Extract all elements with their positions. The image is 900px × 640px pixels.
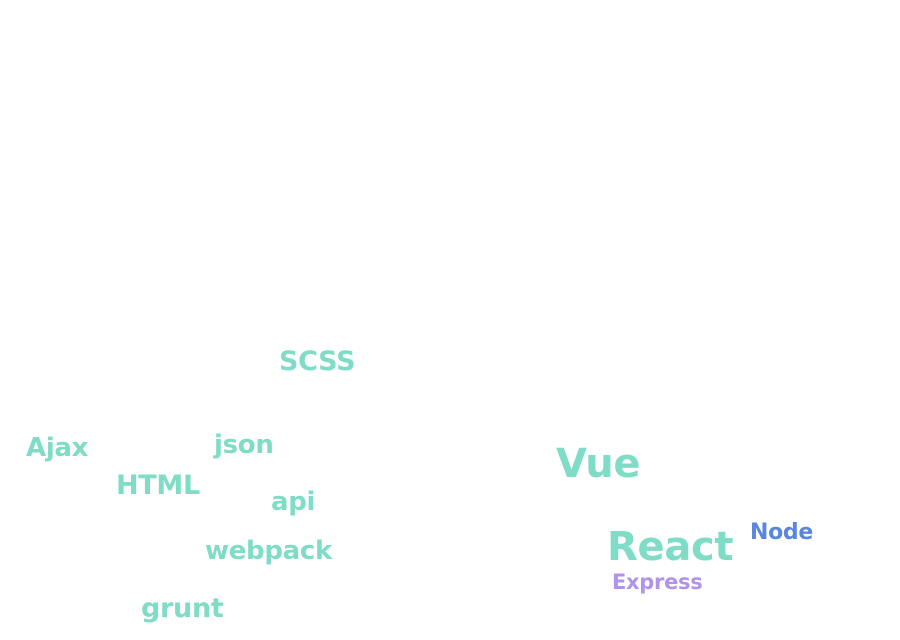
tag-webpack[interactable]: webpack <box>205 538 332 564</box>
tag-react[interactable]: React <box>607 527 734 567</box>
tag-json[interactable]: json <box>214 432 274 458</box>
tag-vue[interactable]: Vue <box>556 444 641 484</box>
tag-api[interactable]: api <box>271 489 315 515</box>
tag-ajax[interactable]: Ajax <box>26 435 88 461</box>
tag-node[interactable]: Node <box>750 522 813 544</box>
tag-scss[interactable]: SCSS <box>279 348 356 375</box>
word-cloud: SCSS Ajax json Vue HTML api Node React w… <box>0 0 900 640</box>
tag-grunt[interactable]: grunt <box>141 595 224 622</box>
tag-express[interactable]: Express <box>612 572 703 593</box>
tag-html[interactable]: HTML <box>116 472 200 499</box>
